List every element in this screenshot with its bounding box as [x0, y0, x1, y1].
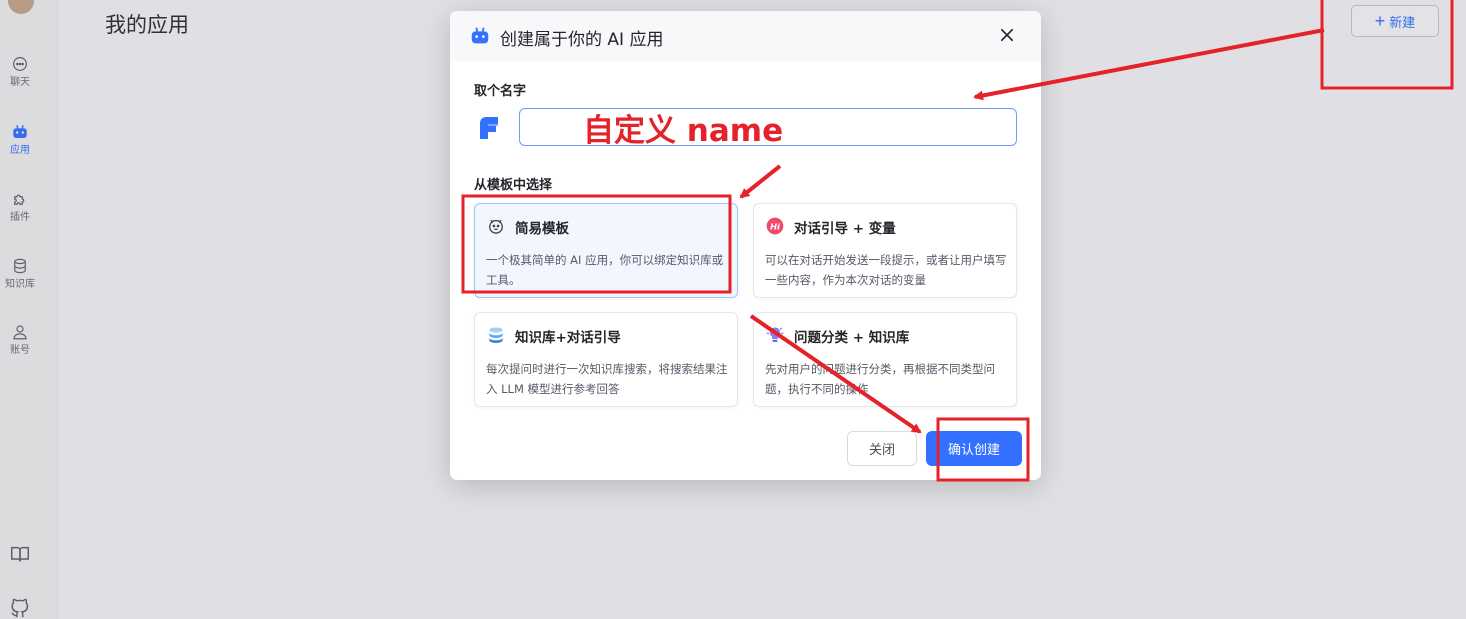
classify-bulb-icon — [766, 327, 784, 342]
template-desc: 一个极其简单的 AI 应用，你可以绑定知识库或工具。 — [486, 253, 724, 287]
robot-icon — [471, 27, 489, 44]
app-name-input[interactable] — [519, 108, 1017, 146]
template-desc: 可以在对话开始发送一段提示，或者让用户填写一些内容，作为本次对话的变量 — [765, 253, 1007, 287]
name-section-label: 取个名字 — [474, 84, 527, 99]
knowledge-stack-icon — [489, 327, 503, 343]
template-section-label: 从模板中选择 — [474, 178, 553, 193]
app-logo-icon[interactable] — [477, 115, 501, 141]
template-title: 简易模板 — [515, 221, 569, 237]
app-window: 聊天 应用 插件 知识库 账号 我的应用 + 新建 创建属于你的 AI 应用 取… — [0, 0, 1466, 619]
template-desc: 每次提问时进行一次知识库搜索，将搜索结果注入 LLM 模型进行参考回答 — [486, 362, 728, 396]
modal-title: 创建属于你的 AI 应用 — [500, 30, 664, 50]
template-title: 问题分类 + 知识库 — [794, 330, 910, 346]
template-card-guide-variables[interactable]: Hi 对话引导 + 变量 可以在对话开始发送一段提示，或者让用户填写一些内容，作… — [753, 203, 1017, 298]
confirm-create-button[interactable]: 确认创建 — [926, 431, 1022, 466]
simple-template-icon — [489, 219, 503, 234]
create-app-modal: 创建属于你的 AI 应用 取个名字 自定义 name 从模板中选择 简易模板 一… — [450, 11, 1041, 480]
close-icon[interactable] — [998, 26, 1016, 44]
template-title: 知识库+对话引导 — [515, 330, 621, 346]
template-title: 对话引导 + 变量 — [794, 221, 896, 237]
template-card-knowledge-guide[interactable]: 知识库+对话引导 每次提问时进行一次知识库搜索，将搜索结果注入 LLM 模型进行… — [474, 312, 738, 407]
hi-badge-icon: Hi — [766, 217, 784, 235]
template-card-classify-knowledge[interactable]: 问题分类 + 知识库 先对用户的问题进行分类，再根据不同类型问题，执行不同的操作 — [753, 312, 1017, 407]
template-card-simple[interactable]: 简易模板 一个极其简单的 AI 应用，你可以绑定知识库或工具。 — [474, 203, 738, 298]
template-desc: 先对用户的问题进行分类，再根据不同类型问题，执行不同的操作 — [765, 362, 995, 396]
svg-text:Hi: Hi — [770, 221, 780, 231]
close-button[interactable]: 关闭 — [847, 431, 917, 466]
modal-header: 创建属于你的 AI 应用 — [450, 11, 1041, 61]
